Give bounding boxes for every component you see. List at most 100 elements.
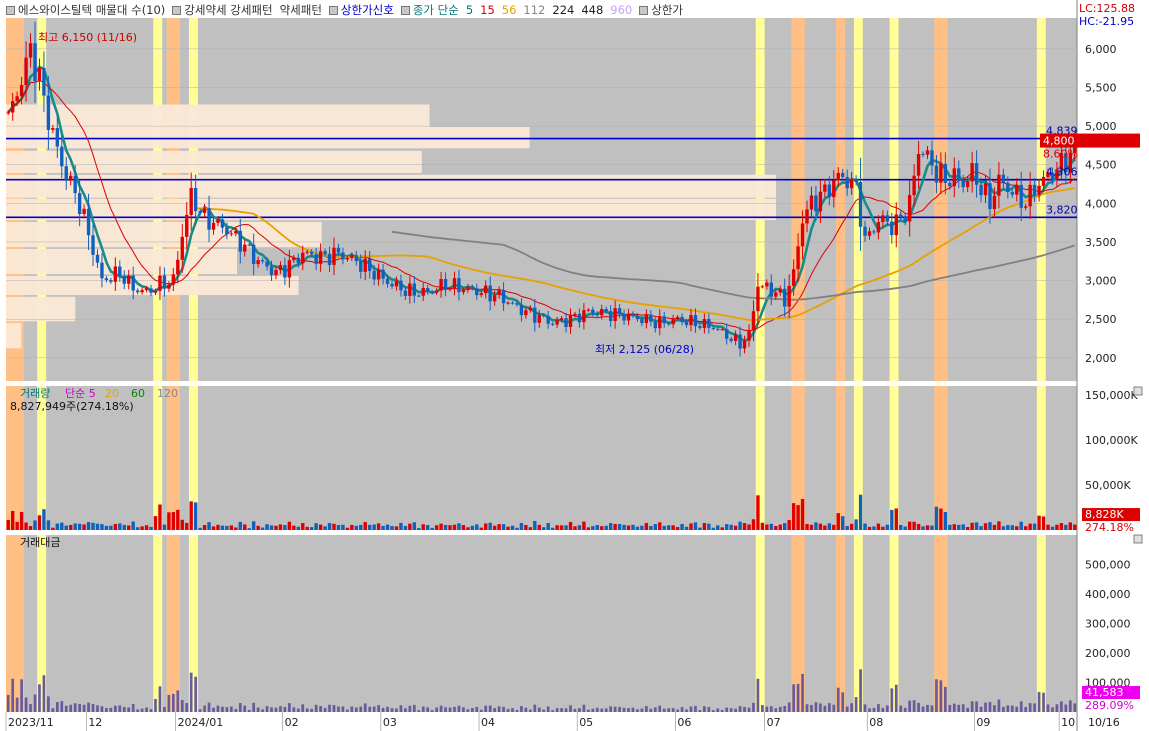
candle-body	[408, 283, 412, 296]
candle-body	[492, 295, 497, 302]
value-bar	[470, 708, 474, 712]
candle-body	[631, 313, 635, 316]
volume-bar	[1073, 524, 1077, 530]
legend-item[interactable]: 112	[523, 3, 545, 17]
volume-bar	[979, 526, 983, 530]
candle-body	[707, 319, 711, 328]
value-bar	[935, 679, 938, 712]
volume-bar	[948, 524, 952, 530]
candle-body	[689, 315, 693, 326]
value-last-pct: 289.09%	[1085, 699, 1134, 712]
volume-bar	[1059, 523, 1064, 530]
candle-body	[140, 290, 144, 293]
price-level-label: 3,820	[1046, 203, 1078, 216]
volume-bar	[961, 524, 965, 530]
volume-bar	[1050, 526, 1055, 530]
candle-body	[332, 247, 336, 265]
value-bar	[926, 704, 929, 712]
volume-bar	[131, 521, 135, 530]
candle-body	[162, 275, 167, 289]
candle-body	[952, 168, 956, 187]
legend-item[interactable]: 약세패턴	[280, 2, 322, 18]
legend-label: 강세약세 강세패턴	[184, 3, 273, 17]
volume-bar	[327, 523, 332, 530]
candle-body	[60, 146, 64, 167]
value-bar	[716, 708, 720, 712]
value-bar	[520, 706, 523, 712]
legend-item[interactable]: 상한가신호	[328, 2, 394, 18]
volume-profile-bar	[6, 296, 76, 322]
legend-checkbox-icon[interactable]	[639, 5, 649, 15]
legend-item[interactable]: 5	[466, 3, 473, 17]
value-bar	[783, 705, 787, 712]
legend-item[interactable]: 종가 단순	[400, 2, 459, 18]
price-tick-label: 3,500	[1085, 236, 1117, 249]
candle-body	[6, 112, 10, 114]
stock-chart[interactable]: 2,000 2,500 3,000 3,500 4,000 4,500 5,000 5,500…	[0, 0, 1149, 731]
candle-body	[841, 172, 845, 178]
value-bar	[216, 705, 220, 712]
volume-bar	[6, 519, 10, 530]
value-bar	[368, 706, 372, 712]
value-bar	[1073, 703, 1077, 712]
value-bar	[444, 707, 447, 712]
volume-bar	[354, 525, 359, 530]
value-bar	[930, 705, 934, 712]
legend-checkbox-icon[interactable]	[400, 5, 410, 15]
volume-bar	[751, 519, 756, 530]
legend-checkbox-icon[interactable]	[172, 5, 182, 15]
candle-body	[354, 255, 359, 262]
candle-body	[82, 208, 86, 215]
volume-bar	[82, 524, 86, 530]
value-last-label: 41,583	[1085, 686, 1124, 699]
value-bar	[274, 707, 278, 712]
value-bar	[180, 700, 184, 712]
volume-bar	[350, 524, 354, 530]
candle-body	[394, 280, 399, 287]
volume-bar	[707, 523, 711, 530]
candle-body	[283, 265, 287, 278]
value-bar	[207, 702, 211, 712]
value-bar	[640, 708, 644, 712]
value-bar	[689, 706, 693, 712]
volume-bar	[1015, 526, 1019, 530]
candle-body	[193, 187, 198, 212]
volume-bar	[783, 523, 787, 530]
volume-bar	[515, 527, 519, 530]
value-bar	[890, 688, 894, 712]
volume-bar	[600, 526, 604, 530]
value-bar	[408, 705, 412, 712]
value-bar	[270, 707, 273, 712]
volume-bar	[475, 524, 479, 530]
volume-bar	[37, 515, 42, 530]
candle-body	[586, 309, 591, 311]
legend-item[interactable]: 에스와이스틸텍 매물대 수(10)	[6, 2, 165, 18]
candle-body	[73, 175, 77, 194]
volume-bar	[207, 522, 211, 530]
candle-body	[287, 260, 292, 278]
volume-bar	[113, 523, 118, 530]
price-tick-label: 3,000	[1085, 275, 1117, 288]
candle-body	[613, 308, 617, 322]
candle-body	[180, 236, 184, 260]
legend-item[interactable]: 960	[610, 3, 632, 17]
legend-item[interactable]: 강세약세 강세패턴	[172, 2, 273, 18]
value-bar	[993, 705, 996, 712]
legend-item[interactable]: 15	[480, 3, 495, 17]
legend-item[interactable]: 448	[581, 3, 603, 17]
value-bar	[60, 701, 64, 712]
value-bar	[163, 706, 166, 712]
value-bar	[886, 705, 889, 712]
legend-item[interactable]: 상한가	[639, 2, 683, 18]
candle-body	[229, 233, 234, 235]
candle-body	[863, 226, 867, 236]
volume-bar	[841, 516, 845, 530]
legend-checkbox-icon[interactable]	[328, 5, 338, 15]
volume-bar	[426, 525, 430, 530]
volume-bar	[296, 526, 300, 530]
legend-item[interactable]: 224	[552, 3, 574, 17]
candle-body	[309, 251, 314, 255]
legend-checkbox-icon[interactable]	[6, 5, 15, 15]
legend-item[interactable]: 56	[502, 3, 517, 17]
value-bar	[149, 709, 153, 712]
